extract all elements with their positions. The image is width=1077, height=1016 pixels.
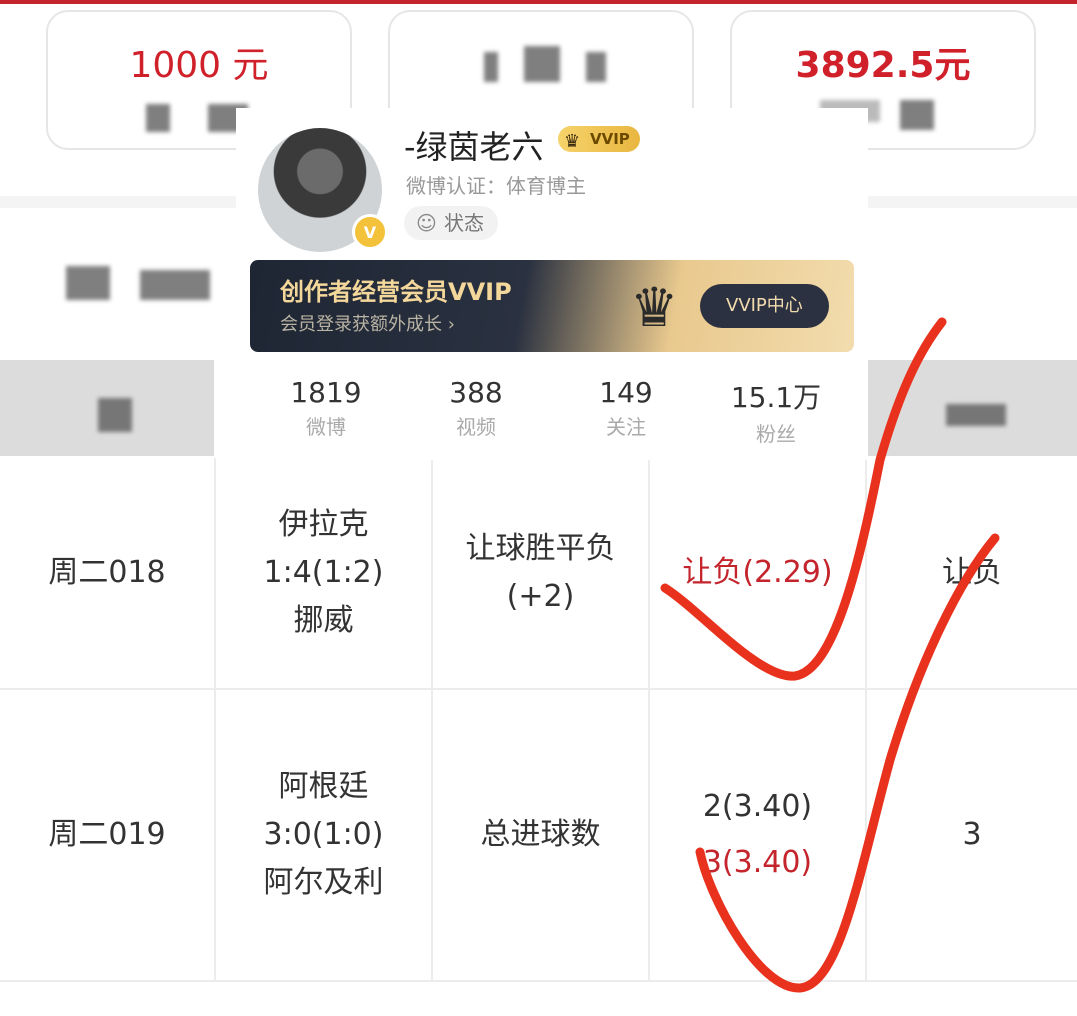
smile-icon: ☺ — [416, 211, 437, 235]
home-team: 阿根廷 — [278, 769, 369, 804]
table-bottom-border — [0, 980, 1077, 982]
table-cell-result: 3 — [867, 690, 1077, 982]
verified-v-icon: V — [352, 214, 388, 250]
top-accent-bar — [0, 0, 1077, 4]
play-type: 总进球数 — [480, 817, 601, 852]
result-value: 3 — [962, 817, 982, 852]
table-cell-match-no: 周二018 — [0, 458, 216, 690]
stat-label: 微博 — [306, 415, 346, 439]
pick-value: 2(3.40) — [702, 789, 813, 824]
status-label: 状态 — [444, 211, 484, 235]
crown-icon: ♛ — [630, 276, 679, 339]
blurred-label — [900, 100, 934, 130]
away-team: 阿尔及利 — [263, 865, 384, 900]
stat-video[interactable]: 388 视频 — [406, 376, 546, 440]
vvip-center-button[interactable]: VVIP中心 — [700, 284, 829, 328]
table-cell-play-type: 让球胜平负 (+2) — [433, 458, 650, 690]
stat-number: 1819 — [290, 376, 362, 409]
table-header-cell — [868, 360, 1077, 456]
away-team: 挪威 — [293, 603, 354, 638]
stake-amount: 1000 元 — [129, 45, 269, 86]
vvip-badge[interactable]: ♛ VVIP — [558, 126, 640, 152]
crown-icon: ♛ — [564, 131, 581, 152]
blurred-header-text — [98, 398, 132, 432]
stat-label: 关注 — [606, 415, 646, 439]
stat-number: 388 — [449, 376, 503, 409]
result-value: 让负 — [942, 555, 1002, 590]
table-cell-match-no: 周二019 — [0, 690, 216, 982]
pick-value: 让负(2.29) — [682, 555, 833, 590]
blurred-section-title — [140, 270, 210, 300]
blurred-value — [484, 52, 498, 82]
match-score: 3:0(1:0) — [263, 817, 384, 852]
blurred-value — [586, 52, 606, 82]
home-team: 伊拉克 — [278, 507, 369, 542]
profile-name[interactable]: -绿茵老六 — [404, 122, 544, 168]
certification-text: 微博认证：体育博主 — [406, 174, 586, 198]
table-cell-match: 伊拉克 1:4(1:2) 挪威 — [216, 458, 433, 690]
table-cell-match: 阿根廷 3:0(1:0) 阿尔及利 — [216, 690, 433, 982]
status-button[interactable]: ☺ 状态 — [404, 206, 498, 240]
table-cell-pick: 让负(2.29) — [650, 458, 867, 690]
profile-card-overlay: V -绿茵老六 ♛ VVIP 微博认证：体育博主 ☺ 状态 创作者经营会员VVI… — [236, 108, 868, 460]
stat-label: 粉丝 — [756, 422, 796, 446]
stat-number: 15.1万 — [730, 381, 822, 414]
stat-followers[interactable]: 15.1万 粉丝 — [706, 376, 846, 447]
match-score: 1:4(1:2) — [263, 555, 384, 590]
blurred-section-title — [66, 266, 110, 300]
table-cell-result: 让负 — [867, 458, 1077, 690]
banner-subtitle: 会员登录获额外成长 › — [280, 314, 455, 335]
stat-label: 视频 — [456, 415, 496, 439]
table-header-cell — [0, 360, 214, 456]
return-amount: 3892.5元 — [795, 45, 971, 86]
blurred-value — [524, 46, 560, 82]
table-cell-play-type: 总进球数 — [433, 690, 650, 982]
vvip-banner[interactable]: 创作者经营会员VVIP 会员登录获额外成长 › ♛ VVIP中心 — [250, 260, 854, 352]
table-cell-pick: 2(3.40) 3(3.40) — [650, 690, 867, 982]
blurred-header-text — [946, 404, 1006, 426]
play-handicap: (+2) — [506, 579, 575, 614]
pick-value-hit: 3(3.40) — [702, 845, 813, 880]
play-type: 让球胜平负 — [465, 531, 616, 566]
stat-following[interactable]: 149 关注 — [556, 376, 696, 440]
banner-title: 创作者经营会员VVIP — [280, 278, 512, 306]
blurred-label — [146, 104, 170, 132]
stat-number: 149 — [599, 376, 653, 409]
vvip-badge-label: VVIP — [590, 130, 630, 148]
stat-weibo[interactable]: 1819 微博 — [256, 376, 396, 440]
